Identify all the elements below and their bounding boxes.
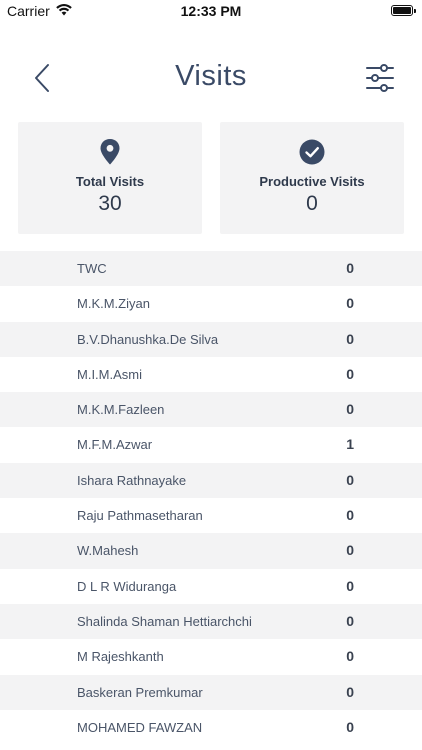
list-item[interactable]: W.Mahesh 0 — [0, 533, 422, 569]
filter-button[interactable] — [364, 62, 396, 94]
visit-count: 0 — [346, 330, 354, 347]
visit-name: M.I.M.Asmi — [77, 366, 142, 382]
list-item[interactable]: M.I.M.Asmi 0 — [0, 356, 422, 393]
productive-visits-card[interactable]: Productive Visits 0 — [220, 122, 404, 234]
battery-icon — [391, 5, 416, 16]
list-item[interactable]: M.K.M.Fazleen 0 — [0, 392, 422, 428]
visit-count: 1 — [346, 436, 354, 453]
productive-visits-value: 0 — [306, 192, 318, 215]
status-time: 12:33 PM — [180, 3, 242, 19]
productive-visits-label: Productive Visits — [259, 174, 365, 189]
visit-name: MOHAMED FAWZAN — [77, 719, 203, 735]
visit-count: 0 — [346, 295, 354, 312]
visit-count: 0 — [346, 471, 354, 488]
visit-name: M.K.M.Fazleen — [77, 402, 165, 418]
list-item[interactable]: Shalinda Shaman Hettiarchchi 0 — [0, 603, 422, 640]
list-item[interactable]: D L R Widuranga 0 — [0, 568, 422, 604]
map-pin-icon — [18, 139, 202, 167]
total-visits-card[interactable]: Total Visits 30 — [18, 122, 202, 234]
visit-count: 0 — [346, 542, 354, 559]
visit-count: 0 — [346, 683, 354, 700]
visit-name: M Rajeshkanth — [77, 649, 164, 665]
list-item[interactable]: TWC 0 — [0, 251, 422, 287]
list-item[interactable]: Baskeran Premkumar 0 — [0, 674, 422, 710]
status-bar: Carrier 12:33 PM — [0, 0, 422, 24]
visit-count: 0 — [346, 718, 354, 735]
list-item[interactable]: MOHAMED FAWZAN 0 — [0, 709, 422, 746]
sliders-icon — [366, 64, 394, 92]
list-item[interactable]: B.V.Dhanushka.De Silva 0 — [0, 321, 422, 357]
check-circle-icon — [220, 139, 404, 167]
visit-name: TWC — [77, 261, 107, 276]
visit-name: Shalinda Shaman Hettiarchchi — [77, 613, 252, 629]
stats-cards: Total Visits 30 Productive Visits 0 — [18, 122, 404, 234]
header: Visits — [0, 52, 422, 104]
visit-name: B.V.Dhanushka.De Silva — [77, 331, 219, 347]
visit-name: M.F.M.Azwar — [77, 437, 153, 453]
total-visits-label: Total Visits — [75, 174, 145, 189]
total-visits-value: 30 — [98, 192, 122, 215]
visit-name: D L R Widuranga — [77, 578, 177, 594]
visit-count: 0 — [346, 612, 354, 629]
list-item[interactable]: M.F.M.Azwar 1 — [0, 427, 422, 463]
visit-name: Raju Pathmasetharan — [77, 508, 203, 524]
visit-count: 0 — [346, 401, 354, 418]
visit-name: W.Mahesh — [77, 543, 139, 559]
visit-name: Baskeran Premkumar — [77, 684, 203, 700]
list-item[interactable]: Ishara Rathnayake 0 — [0, 462, 422, 499]
list-item[interactable]: M.K.M.Ziyan 0 — [0, 286, 422, 322]
visits-list: TWC 0 M.K.M.Ziyan 0 B.V.Dhanushka.De Sil… — [0, 251, 422, 746]
list-item[interactable]: M Rajeshkanth 0 — [0, 639, 422, 675]
visit-count: 0 — [346, 507, 354, 524]
visit-count: 0 — [346, 577, 354, 594]
visit-count: 0 — [346, 365, 354, 382]
list-item[interactable]: Raju Pathmasetharan 0 — [0, 498, 422, 534]
page-title: Visits — [175, 60, 247, 92]
visit-count: 0 — [346, 260, 354, 276]
visit-count: 0 — [346, 648, 354, 665]
visit-name: Ishara Rathnayake — [77, 472, 187, 488]
visit-name: M.K.M.Ziyan — [77, 296, 150, 312]
